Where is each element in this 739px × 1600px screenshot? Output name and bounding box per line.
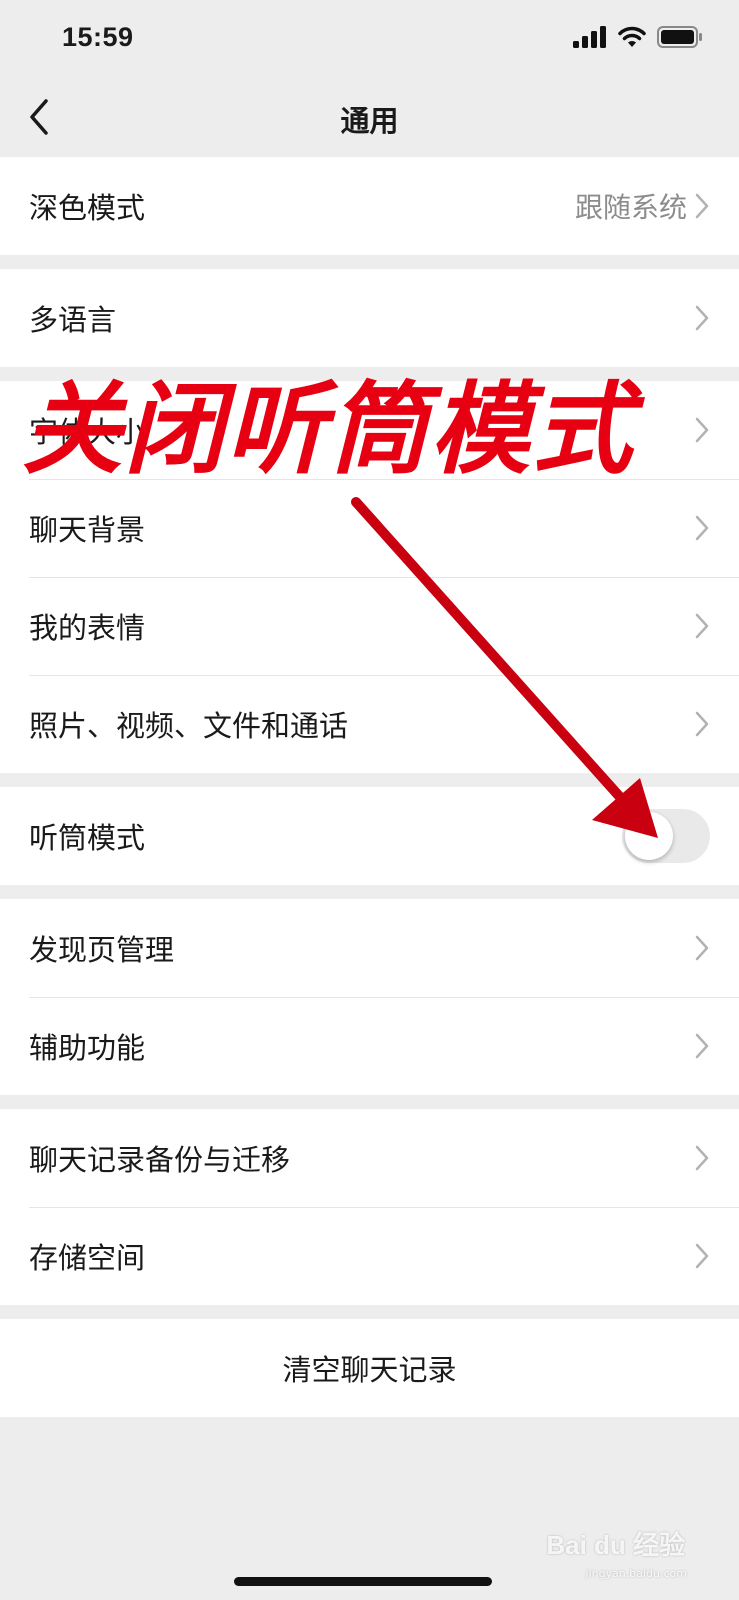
earpiece-mode-row: 听筒模式 (0, 787, 739, 885)
settings-group-discover: 发现页管理 辅助功能 (0, 899, 739, 1095)
clear-chat-history-button[interactable]: 清空聊天记录 (0, 1319, 739, 1417)
chevron-right-icon (695, 1243, 709, 1269)
wifi-icon (618, 26, 646, 47)
chevron-right-icon (695, 1033, 709, 1059)
status-time: 15:59 (62, 22, 134, 52)
chevron-right-icon (695, 515, 709, 541)
row-label: 照片、视频、文件和通话 (29, 709, 349, 743)
row-label: 我的表情 (29, 611, 146, 645)
settings-group-language: 多语言 (0, 269, 739, 367)
row-label: 多语言 (29, 303, 117, 337)
baidu-watermark: Bai du 经验 (546, 1530, 685, 1560)
baidu-watermark-url: jingyan.baidu.com (585, 1567, 687, 1580)
battery-icon (657, 26, 702, 48)
settings-group-earpiece: 听筒模式 (0, 787, 739, 885)
row-label: 发现页管理 (29, 933, 175, 967)
signal-icon (573, 26, 606, 48)
settings-group-clear: 清空聊天记录 (0, 1319, 739, 1417)
row-label: 深色模式 (29, 191, 146, 225)
chat-backup-row[interactable]: 聊天记录备份与迁移 (0, 1109, 739, 1207)
discover-manage-row[interactable]: 发现页管理 (0, 899, 739, 997)
annotation-text: 关闭听筒模式 (22, 371, 634, 488)
settings-group-display: 深色模式 跟随系统 (0, 157, 739, 255)
page-title: 通用 (340, 104, 399, 138)
multi-language-row[interactable]: 多语言 (0, 269, 739, 367)
status-bar: 15:59 (0, 0, 739, 80)
row-label: 聊天背景 (29, 513, 146, 547)
clear-chat-history-label: 清空聊天记录 (282, 1353, 457, 1387)
status-icons (573, 26, 703, 48)
row-label: 辅助功能 (29, 1031, 146, 1065)
toggle-knob (625, 812, 673, 860)
dark-mode-value: 跟随系统 (574, 191, 687, 224)
chevron-right-icon (695, 1145, 709, 1171)
row-label: 存储空间 (29, 1241, 146, 1275)
dark-mode-row[interactable]: 深色模式 跟随系统 (0, 157, 739, 255)
chevron-right-icon (695, 711, 709, 737)
chevron-right-icon (695, 935, 709, 961)
chevron-right-icon (695, 305, 709, 331)
nav-bar: 通用 (0, 80, 739, 156)
earpiece-mode-toggle[interactable] (622, 809, 710, 863)
accessibility-row[interactable]: 辅助功能 (0, 997, 739, 1095)
row-label: 听筒模式 (29, 821, 146, 855)
chat-background-row[interactable]: 聊天背景 (0, 479, 739, 577)
chevron-right-icon (695, 417, 709, 443)
settings-group-storage: 聊天记录备份与迁移 存储空间 (0, 1109, 739, 1305)
chevron-right-icon (695, 193, 709, 219)
home-indicator (234, 1577, 492, 1586)
chevron-right-icon (695, 613, 709, 639)
row-label: 聊天记录备份与迁移 (29, 1143, 291, 1177)
my-stickers-row[interactable]: 我的表情 (0, 577, 739, 675)
media-calls-row[interactable]: 照片、视频、文件和通话 (0, 675, 739, 773)
storage-space-row[interactable]: 存储空间 (0, 1207, 739, 1305)
